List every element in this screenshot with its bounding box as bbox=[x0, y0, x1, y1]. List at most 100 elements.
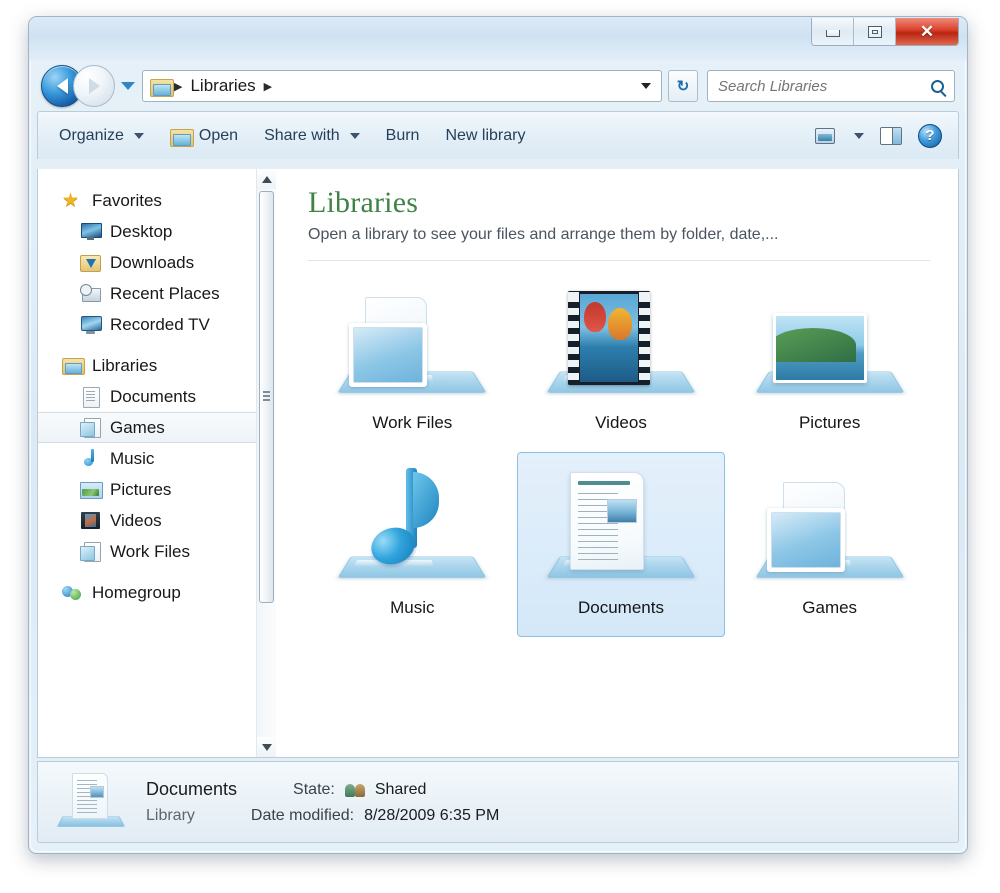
breadcrumb-separator-1[interactable]: ▶ bbox=[262, 80, 274, 93]
breadcrumb[interactable]: ▶ Libraries ▶ bbox=[142, 70, 662, 102]
pictures-icon bbox=[80, 480, 103, 499]
sidebar-label-videos: Videos bbox=[110, 510, 162, 530]
share-with-button[interactable]: Share with bbox=[251, 119, 373, 153]
sidebar-scrollbar[interactable] bbox=[256, 169, 276, 757]
address-bar: ▶ Libraries ▶ ↻ bbox=[29, 61, 967, 111]
preview-pane-icon bbox=[880, 126, 902, 145]
scroll-down-button[interactable] bbox=[257, 737, 276, 757]
chevron-down-icon bbox=[641, 83, 651, 89]
photo-shape bbox=[772, 312, 867, 383]
sidebar-item-documents[interactable]: Documents bbox=[38, 381, 276, 412]
homegroup-icon bbox=[62, 583, 83, 602]
library-tile-grid: Work Files Videos Pictures Music Documen… bbox=[308, 267, 934, 637]
downloads-icon bbox=[80, 253, 101, 272]
history-dropdown-icon[interactable] bbox=[121, 82, 135, 90]
tile-label: Documents bbox=[578, 597, 664, 617]
details-state-label: State: bbox=[293, 780, 335, 798]
sidebar-item-music[interactable]: Music bbox=[38, 443, 276, 474]
new-library-button[interactable]: New library bbox=[432, 119, 538, 153]
close-button[interactable]: ✕ bbox=[896, 18, 958, 45]
preview-pane-button[interactable] bbox=[872, 119, 910, 153]
sidebar-label-downloads: Downloads bbox=[110, 252, 195, 272]
tile-label: Pictures bbox=[798, 412, 861, 432]
generic-library-icon bbox=[755, 467, 905, 592]
burn-button[interactable]: Burn bbox=[373, 119, 433, 153]
scrollbar-thumb[interactable] bbox=[259, 191, 274, 603]
sidebar-item-recent-places[interactable]: Recent Places bbox=[38, 278, 276, 309]
forward-button[interactable] bbox=[73, 65, 115, 107]
star-icon: ★ bbox=[62, 190, 80, 211]
burn-label: Burn bbox=[385, 126, 420, 144]
sidebar-label-work-files: Work Files bbox=[110, 541, 190, 561]
sidebar-label-documents: Documents bbox=[110, 386, 196, 406]
sidebar-label-recorded-tv: Recorded TV bbox=[110, 314, 210, 334]
documents-library-icon bbox=[54, 769, 130, 835]
address-dropdown-button[interactable] bbox=[635, 83, 657, 89]
sidebar-item-games[interactable]: Games bbox=[38, 412, 276, 443]
command-toolbar: Organize Open Share with Burn New librar… bbox=[37, 111, 959, 159]
sidebar-item-libraries[interactable]: Libraries bbox=[38, 350, 276, 381]
page-title: Libraries bbox=[308, 186, 419, 219]
library-tile-work-files[interactable]: Work Files bbox=[308, 267, 517, 452]
breadcrumb-item-libraries[interactable]: Libraries bbox=[184, 76, 261, 96]
nav-group-libraries: Libraries Documents Games Music Pictures bbox=[38, 350, 276, 567]
open-folder-icon bbox=[169, 127, 194, 147]
details-row-primary: Documents State: Shared bbox=[146, 779, 499, 800]
videos-icon bbox=[80, 511, 101, 530]
share-with-label: Share with bbox=[264, 126, 340, 144]
chevron-down-icon bbox=[854, 132, 864, 139]
change-view-dropdown[interactable] bbox=[843, 119, 872, 153]
restore-icon bbox=[867, 25, 882, 38]
restore-button[interactable] bbox=[854, 18, 896, 45]
refresh-button[interactable]: ↻ bbox=[668, 70, 698, 102]
videos-library-icon bbox=[546, 282, 696, 407]
sidebar-item-desktop[interactable]: Desktop bbox=[38, 216, 276, 247]
change-view-button[interactable] bbox=[807, 119, 843, 153]
open-label: Open bbox=[198, 126, 239, 144]
tile-label: Music bbox=[390, 597, 435, 617]
sidebar-label-music: Music bbox=[110, 448, 155, 468]
details-text-column: Documents State: Shared Library Date mod… bbox=[146, 779, 499, 825]
chevron-down-icon bbox=[133, 132, 144, 139]
library-tile-music[interactable]: Music bbox=[308, 452, 517, 637]
documents-icon bbox=[80, 387, 101, 408]
search-icon[interactable] bbox=[931, 79, 944, 93]
libraries-folder-icon bbox=[150, 77, 174, 97]
recorded-tv-icon bbox=[80, 315, 102, 334]
generic-library-icon bbox=[337, 282, 487, 407]
search-input[interactable] bbox=[718, 77, 931, 95]
organize-button[interactable]: Organize bbox=[46, 119, 157, 153]
library-tile-videos[interactable]: Videos bbox=[517, 267, 726, 452]
screen-shape bbox=[349, 322, 428, 387]
chevron-down-icon bbox=[349, 132, 360, 139]
chevron-up-icon bbox=[261, 175, 272, 183]
sidebar-item-downloads[interactable]: Downloads bbox=[38, 247, 276, 278]
tile-label: Games bbox=[802, 597, 858, 617]
help-button[interactable]: ? bbox=[910, 119, 950, 153]
sidebar-item-videos[interactable]: Videos bbox=[38, 505, 276, 536]
desktop-icon bbox=[80, 222, 102, 241]
refresh-icon: ↻ bbox=[676, 78, 690, 95]
sidebar-item-recorded-tv[interactable]: Recorded TV bbox=[38, 309, 276, 340]
library-tile-pictures[interactable]: Pictures bbox=[725, 267, 934, 452]
scroll-up-button[interactable] bbox=[257, 169, 276, 189]
documents-library-icon bbox=[546, 467, 696, 592]
window-body: ★ Favorites Desktop Downloads Recent Pla… bbox=[37, 169, 959, 758]
open-button[interactable]: Open bbox=[157, 119, 251, 153]
library-tile-documents[interactable]: Documents bbox=[516, 451, 726, 637]
help-icon: ? bbox=[918, 123, 942, 148]
sidebar-item-work-files[interactable]: Work Files bbox=[38, 536, 276, 567]
tile-label: Videos bbox=[595, 412, 647, 432]
header-divider bbox=[308, 259, 930, 261]
sidebar-item-favorites[interactable]: ★ Favorites bbox=[38, 185, 276, 216]
minimize-button[interactable] bbox=[812, 18, 854, 45]
shared-people-icon bbox=[344, 782, 365, 797]
sidebar-item-homegroup[interactable]: Homegroup bbox=[38, 577, 276, 608]
library-tile-games[interactable]: Games bbox=[725, 452, 934, 637]
details-type: Library bbox=[146, 807, 195, 824]
recent-places-icon bbox=[80, 284, 101, 303]
generic-library-icon bbox=[80, 418, 101, 438]
window-controls: ✕ bbox=[811, 18, 959, 46]
sidebar-item-pictures[interactable]: Pictures bbox=[38, 474, 276, 505]
search-box[interactable] bbox=[707, 70, 955, 102]
